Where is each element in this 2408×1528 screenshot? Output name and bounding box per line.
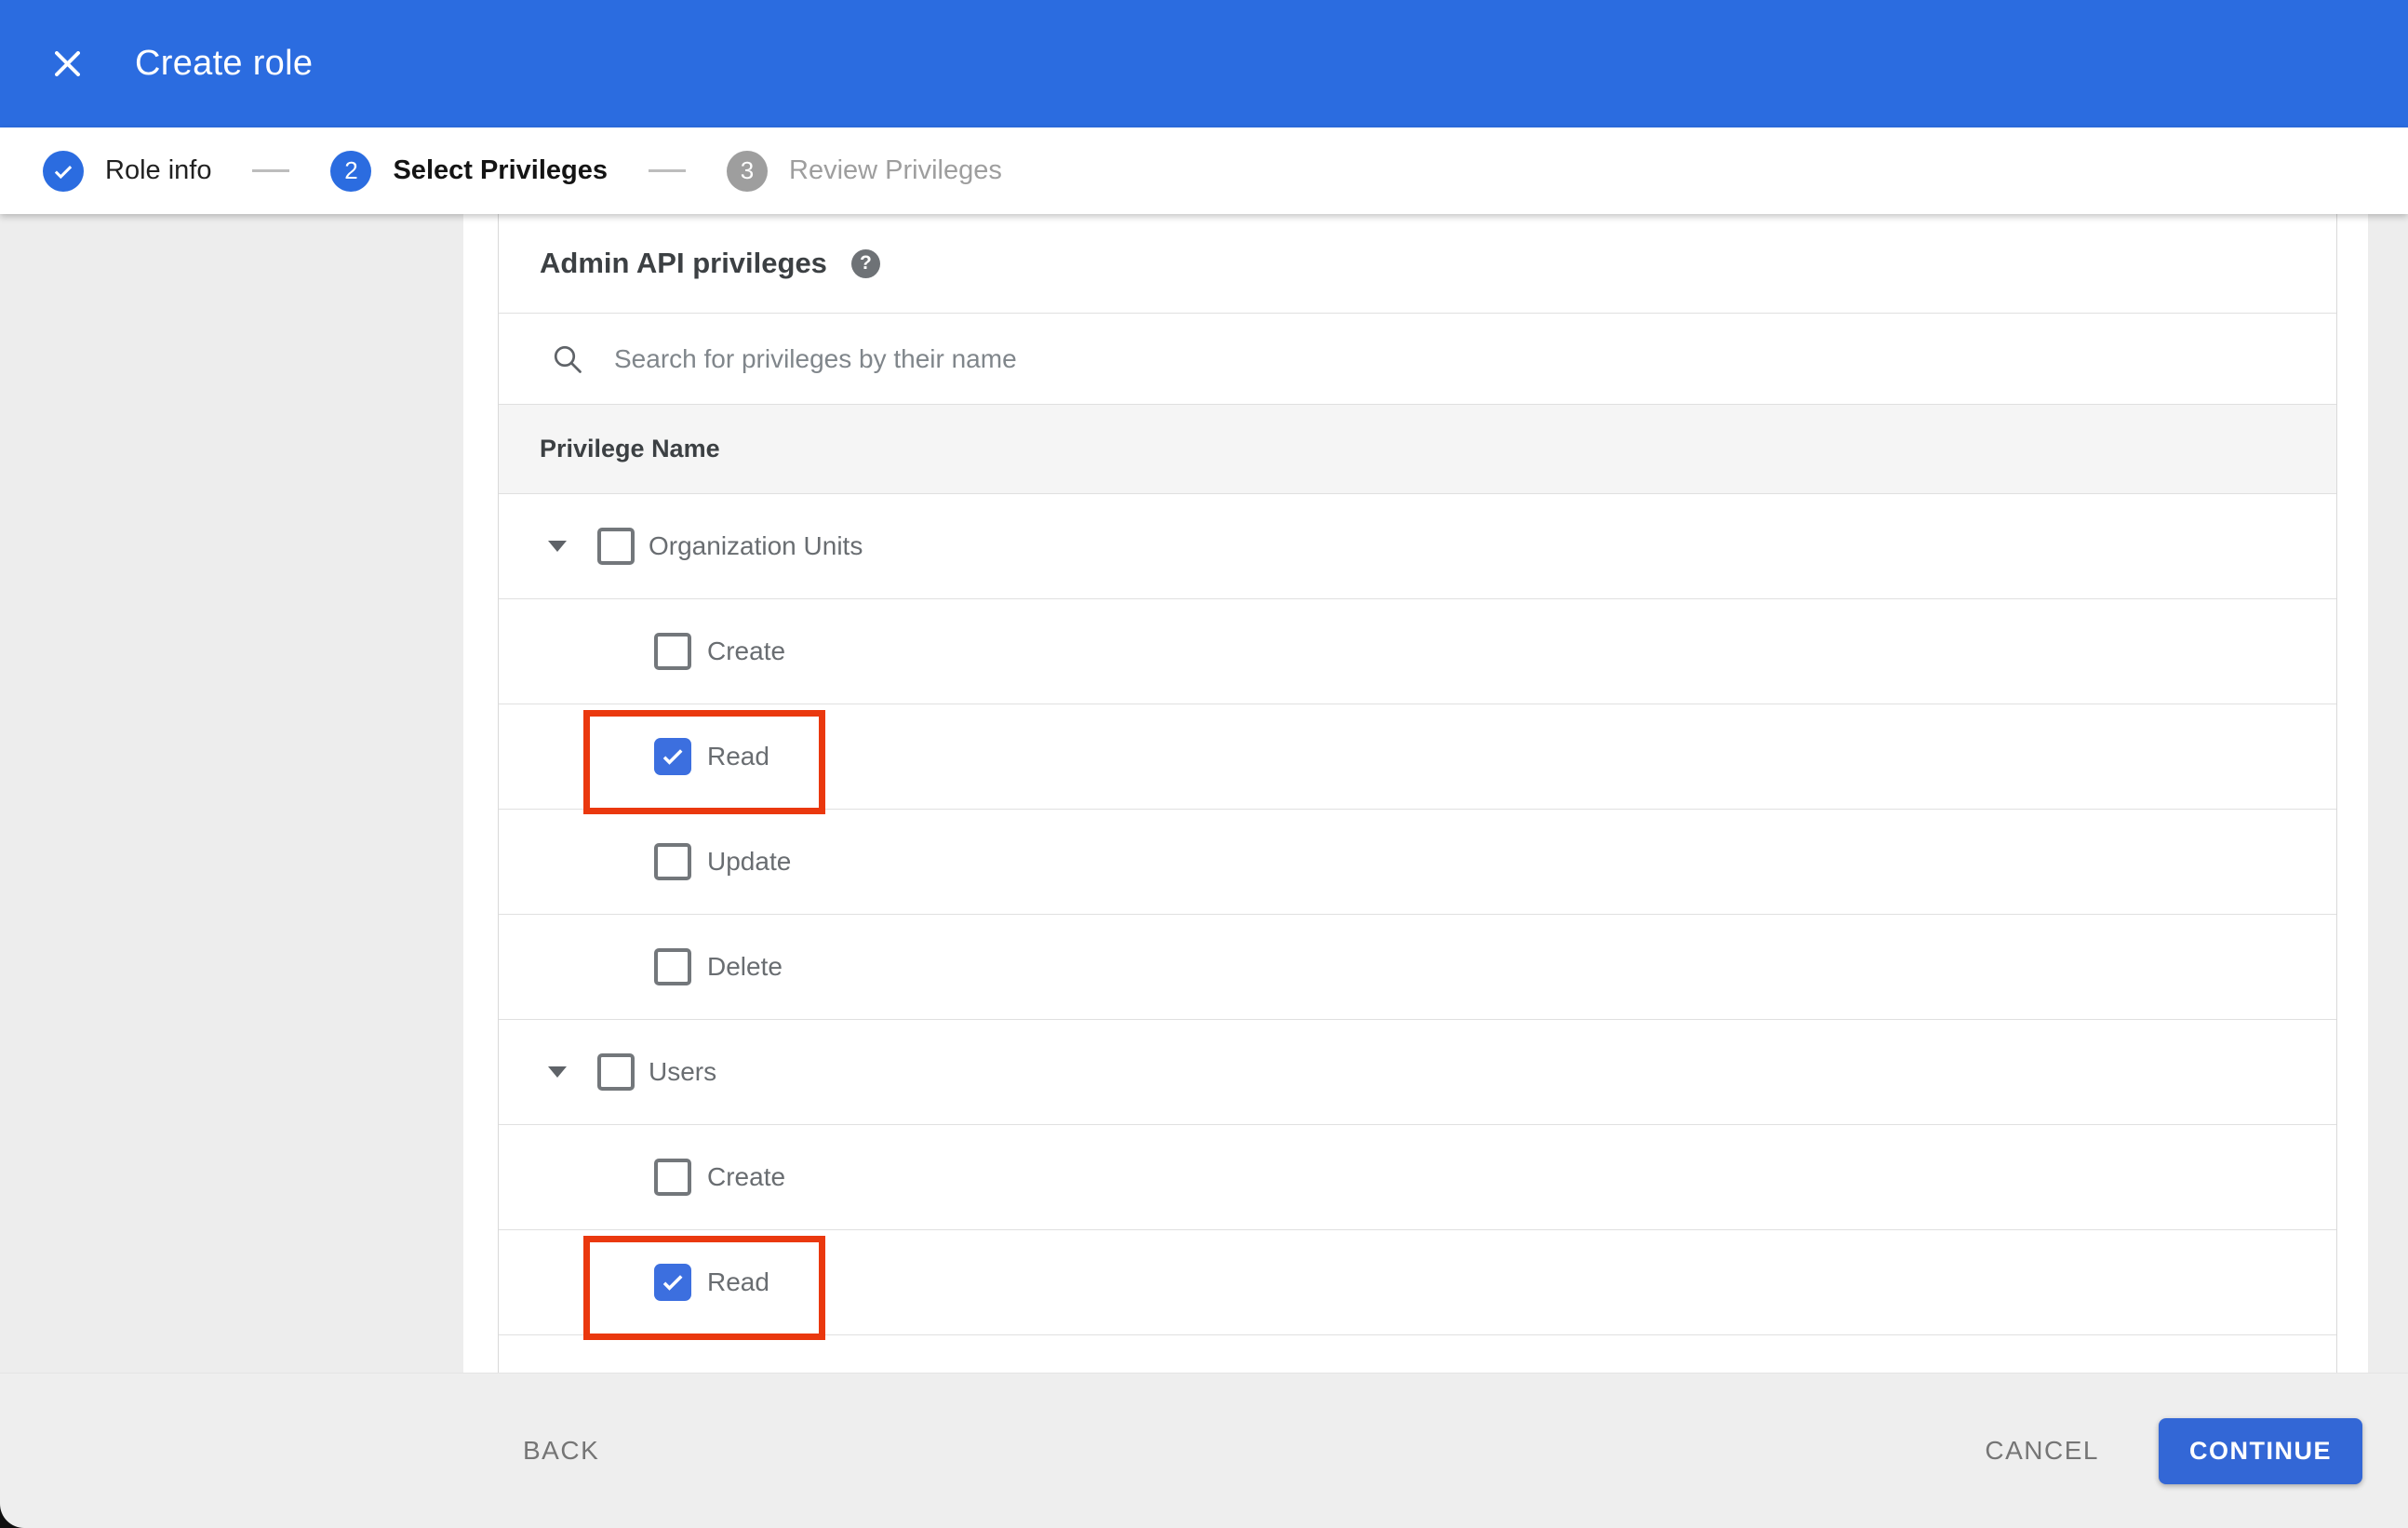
privilege-checkbox[interactable] (654, 843, 691, 880)
step-number-indicator: 2 (330, 150, 372, 192)
step-label: Role info (105, 155, 212, 185)
continue-button[interactable]: CONTINUE (2159, 1417, 2362, 1484)
step-review-privileges: 3 Review Privileges (727, 150, 1002, 192)
search-icon (554, 345, 582, 373)
privilege-label: Create (707, 637, 786, 665)
dialog-title: Create role (135, 44, 314, 83)
search-row (499, 313, 2336, 404)
chevron-down-icon (548, 1066, 567, 1078)
privilege-checkbox[interactable] (654, 633, 691, 670)
step-label: Select Privileges (393, 155, 608, 185)
step-label: Review Privileges (789, 155, 1002, 185)
footer-bar: BACK CANCEL CONTINUE (0, 1373, 2408, 1528)
content-area: Admin API privileges Privilege Name (0, 214, 2408, 1373)
step-number-indicator: 3 (727, 150, 768, 192)
privilege-label: Users (649, 1057, 717, 1086)
left-panel (0, 214, 463, 1373)
privilege-checkbox[interactable] (654, 1159, 691, 1196)
privilege-checkbox[interactable] (597, 1053, 635, 1091)
step-select-privileges[interactable]: 2 Select Privileges (330, 150, 608, 192)
step-connector (252, 169, 290, 172)
privilege-checkbox[interactable] (597, 528, 635, 565)
table-header: Privilege Name (499, 404, 2336, 493)
help-icon[interactable] (850, 248, 880, 278)
privilege-row: Users (499, 1019, 2336, 1124)
step-connector (649, 169, 686, 172)
expand-toggle[interactable] (547, 1066, 568, 1078)
expand-toggle[interactable] (547, 541, 568, 552)
privilege-checkbox[interactable] (654, 738, 691, 775)
close-button[interactable] (43, 40, 91, 88)
privileges-card: Admin API privileges Privilege Name (498, 214, 2337, 1373)
privilege-label: Read (707, 1267, 769, 1296)
privilege-label: Delete (707, 952, 783, 981)
right-panel-strip (2368, 214, 2408, 1373)
check-icon (662, 749, 683, 765)
create-role-dialog: Create role Role info 2 Select Privilege… (0, 0, 2408, 1528)
privilege-checkbox[interactable] (654, 1264, 691, 1301)
privilege-row: Organization Units (499, 493, 2336, 598)
stepper: Role info 2 Select Privileges 3 Review P… (0, 127, 2408, 214)
step-role-info[interactable]: Role info (43, 150, 212, 192)
check-icon (662, 1275, 683, 1291)
highlight-box (583, 710, 825, 814)
chevron-down-icon (548, 541, 567, 552)
privilege-row: Update (499, 809, 2336, 914)
privilege-row: Read (499, 704, 2336, 814)
card-title-row: Admin API privileges (499, 214, 2336, 313)
step-complete-indicator (43, 150, 84, 192)
privilege-row: Create (499, 1124, 2336, 1229)
x-icon (54, 51, 80, 76)
privilege-label: Read (707, 742, 769, 771)
back-button[interactable]: BACK (523, 1436, 599, 1466)
privilege-row: Delete (499, 914, 2336, 1019)
table-filler-row (499, 1334, 2336, 1373)
privilege-row: Read (499, 1229, 2336, 1340)
privilege-label: Create (707, 1162, 786, 1191)
search-input[interactable] (612, 342, 1919, 375)
cancel-button[interactable]: CANCEL (1985, 1436, 2099, 1466)
highlight-box (583, 1236, 825, 1340)
app-bar: Create role (0, 0, 2408, 127)
column-header-privilege-name: Privilege Name (540, 435, 720, 462)
check-icon (54, 165, 73, 179)
privilege-rows: Organization Units Create Read Update De… (499, 493, 2336, 1340)
privilege-row: Create (499, 598, 2336, 704)
privilege-label: Organization Units (649, 531, 863, 560)
privilege-checkbox[interactable] (654, 948, 691, 985)
section-title: Admin API privileges (540, 247, 827, 279)
privilege-label: Update (707, 847, 792, 876)
